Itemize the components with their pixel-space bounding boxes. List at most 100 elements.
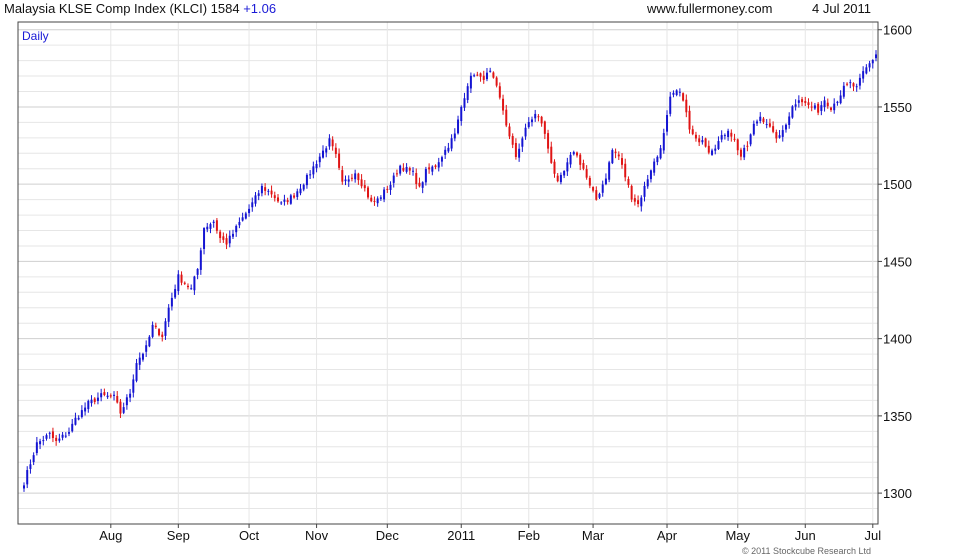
candle-down xyxy=(334,147,337,154)
x-tick-label: Jul xyxy=(864,528,881,543)
candle-down xyxy=(511,136,514,145)
candle-down xyxy=(553,161,556,174)
candle-up xyxy=(68,432,71,434)
candle-up xyxy=(566,162,569,172)
candle-up xyxy=(759,116,762,121)
candle-up xyxy=(469,75,472,89)
candle-up xyxy=(778,135,781,138)
candle-up xyxy=(678,91,681,93)
candle-up xyxy=(248,208,251,214)
candle-down xyxy=(807,102,810,106)
candle-up xyxy=(302,184,305,190)
candle-up xyxy=(238,221,241,226)
candle-down xyxy=(154,325,157,328)
candle-down xyxy=(817,103,820,113)
candle-down xyxy=(698,138,701,143)
candle-up xyxy=(797,100,800,103)
candle-down xyxy=(395,173,398,175)
candle-up xyxy=(875,54,877,59)
candle-down xyxy=(810,106,813,108)
candle-down xyxy=(183,282,186,284)
candle-up xyxy=(251,202,254,208)
candle-up xyxy=(849,82,852,84)
candle-down xyxy=(579,154,582,165)
candle-down xyxy=(543,121,546,134)
candle-up xyxy=(132,379,135,393)
candle-up xyxy=(241,217,244,221)
candle-up xyxy=(569,154,572,165)
candle-up xyxy=(858,77,861,86)
candle-up xyxy=(35,442,38,454)
candle-down xyxy=(575,152,578,156)
candle-up xyxy=(32,455,35,463)
candle-up xyxy=(305,174,308,186)
candle-up xyxy=(604,178,607,185)
candle-up xyxy=(23,485,25,489)
candle-up xyxy=(235,225,238,233)
candle-down xyxy=(215,220,218,231)
candle-up xyxy=(714,148,717,151)
candle-down xyxy=(434,165,437,168)
candle-down xyxy=(624,163,627,178)
candle-up xyxy=(649,170,652,180)
candle-up xyxy=(145,345,148,352)
candle-up xyxy=(572,152,575,155)
candle-up xyxy=(399,165,402,174)
y-tick-label: 1300 xyxy=(883,486,912,501)
candle-up xyxy=(489,70,492,72)
candle-up xyxy=(781,130,784,137)
candle-up xyxy=(177,274,180,292)
candle-down xyxy=(621,158,624,165)
candle-down xyxy=(691,129,694,135)
candle-up xyxy=(141,353,144,360)
candle-down xyxy=(51,431,54,439)
candles xyxy=(23,50,877,492)
candle-down xyxy=(180,274,183,283)
candle-down xyxy=(341,170,344,182)
candle-up xyxy=(228,235,231,244)
candle-down xyxy=(508,126,511,137)
candle-up xyxy=(791,106,794,118)
candle-up xyxy=(460,106,463,122)
candle-up xyxy=(347,179,350,182)
candle-up xyxy=(389,184,392,190)
candle-up xyxy=(669,96,672,114)
candle-up xyxy=(64,435,67,437)
y-tick-label: 1550 xyxy=(883,100,912,115)
candle-up xyxy=(203,228,206,249)
candle-down xyxy=(746,145,749,147)
candle-up xyxy=(254,195,257,204)
candle-down xyxy=(360,179,363,187)
candle-up xyxy=(437,162,440,168)
candle-down xyxy=(264,187,267,191)
candle-up xyxy=(87,400,90,410)
candle-up xyxy=(106,395,109,398)
period-label: Daily xyxy=(22,29,49,43)
candle-up xyxy=(376,198,379,204)
candle-up xyxy=(563,171,566,176)
candle-up xyxy=(765,124,768,126)
candle-down xyxy=(415,173,418,185)
candle-down xyxy=(826,102,829,107)
candle-up xyxy=(833,103,836,111)
candle-down xyxy=(492,72,495,78)
candle-up xyxy=(656,156,659,163)
x-tick-label: Dec xyxy=(376,528,400,543)
candle-up xyxy=(788,116,791,125)
candle-up xyxy=(672,92,675,95)
candle-up xyxy=(823,100,826,108)
candle-up xyxy=(280,202,283,204)
candle-up xyxy=(723,135,726,137)
candle-down xyxy=(103,392,106,396)
y-tick-label: 1400 xyxy=(883,332,912,347)
candle-up xyxy=(524,127,527,137)
candle-down xyxy=(588,177,591,186)
candle-up xyxy=(701,140,704,143)
candle-up xyxy=(199,250,202,270)
candle-up xyxy=(354,173,357,180)
candle-down xyxy=(801,99,804,103)
candle-up xyxy=(711,150,714,155)
candle-down xyxy=(161,334,164,337)
candle-down xyxy=(186,285,189,288)
candle-down xyxy=(514,142,517,158)
